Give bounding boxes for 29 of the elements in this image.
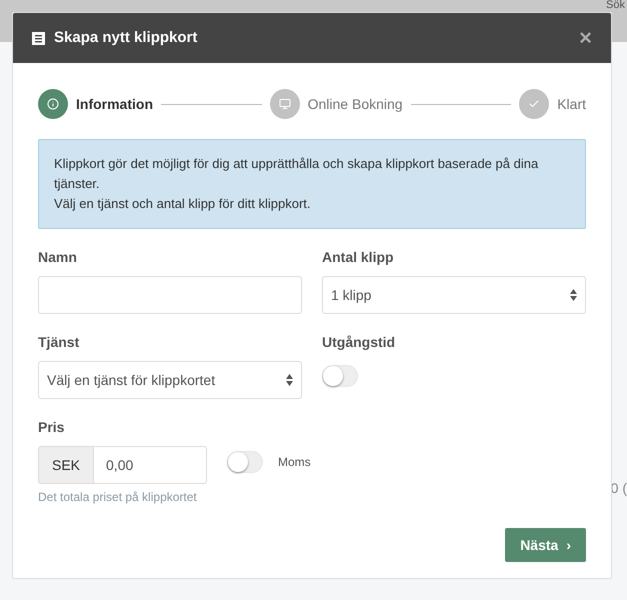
- check-icon: [528, 98, 540, 110]
- next-button[interactable]: Nästa ›: [505, 528, 586, 562]
- info-icon: [47, 98, 59, 110]
- toggle-switch[interactable]: [322, 365, 358, 387]
- dialog-title: Skapa nytt klippkort: [54, 28, 198, 48]
- field-label: Namn: [38, 248, 78, 267]
- currency-addon: SEK: [38, 446, 94, 484]
- updown-caret-icon: [286, 374, 293, 386]
- info-text: Välj en tjänst och antal klipp för ditt klippkort.: [54, 195, 312, 213]
- select-field[interactable]: 1 klipp: [322, 276, 586, 314]
- vat-label: Moms: [278, 454, 311, 471]
- field-label: Tjänst: [38, 333, 80, 352]
- close-button[interactable]: ×: [579, 27, 592, 49]
- name-field[interactable]: [38, 276, 302, 314]
- search-text: Sök: [606, 0, 625, 11]
- field-label: Utgångstid: [322, 333, 396, 352]
- step-item: Online Bokning: [270, 89, 403, 119]
- help-text: Det totala priset på klippkortet: [38, 489, 198, 506]
- updown-caret-icon: [570, 289, 577, 301]
- price-field[interactable]: 0,00: [94, 446, 207, 484]
- field-label: Pris: [38, 418, 66, 437]
- toggle-switch[interactable]: [227, 450, 263, 472]
- step-item: Information: [38, 89, 153, 119]
- step-item: Klart: [519, 89, 586, 119]
- info-text: Klippkort gör det möjligt för dig att upprätthålla och skapa klippkort baserade på dina tjänster.: [54, 155, 540, 193]
- monitor-icon: [278, 98, 291, 110]
- field-label: Antal klipp: [322, 248, 395, 267]
- select-field[interactable]: Välj en tjänst för klippkortet: [38, 361, 302, 399]
- list-icon: [32, 32, 45, 44]
